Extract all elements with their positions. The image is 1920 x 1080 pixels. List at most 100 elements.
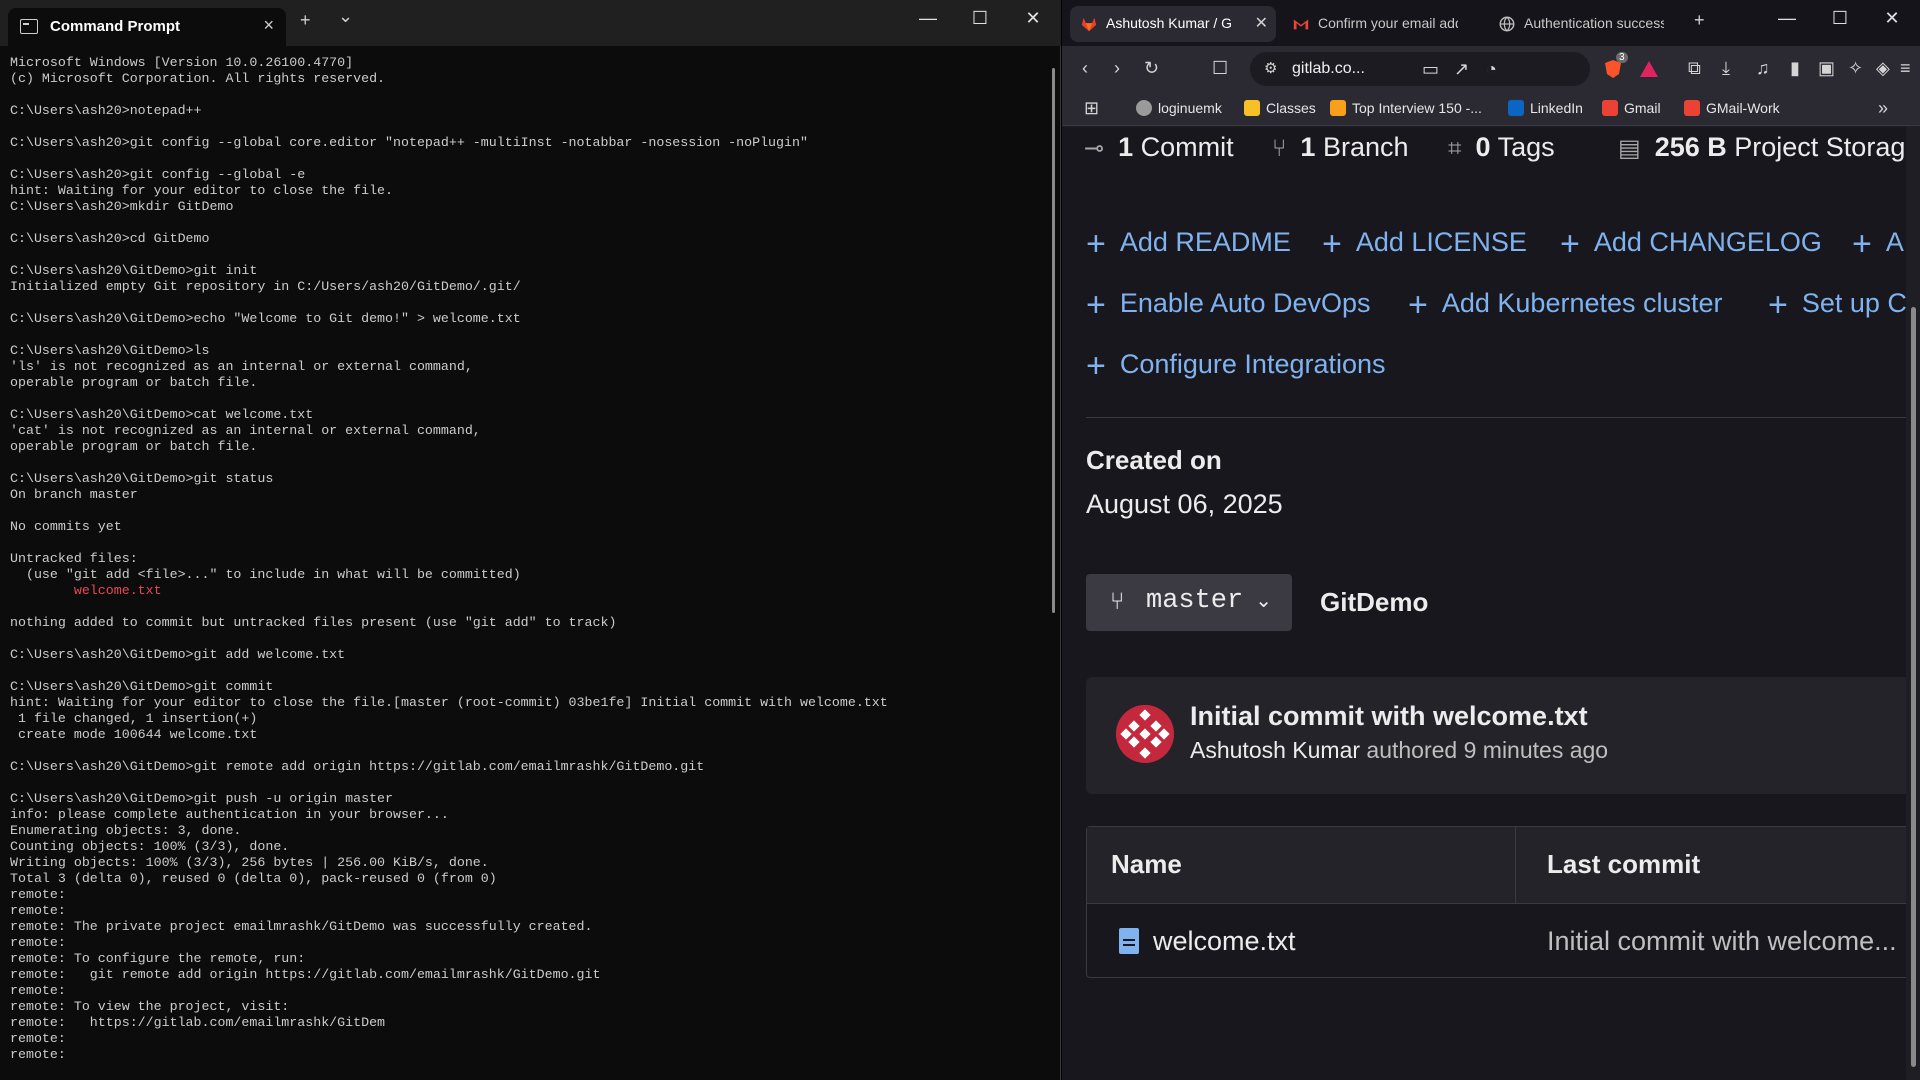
add-more-link[interactable]: + A — [1852, 225, 1904, 264]
tab-dropdown-button[interactable]: ⌄ — [338, 6, 353, 27]
close-tab-icon[interactable]: × — [263, 15, 274, 36]
cast-icon[interactable]: ▭ — [1422, 59, 1439, 80]
tags-stat[interactable]: ⌗ 0 Tags — [1448, 132, 1555, 163]
divider — [1515, 827, 1516, 903]
bookmark-label: LinkedIn — [1530, 100, 1583, 116]
menu-icon[interactable]: ≡ — [1900, 58, 1911, 79]
commit-author[interactable]: Ashutosh Kumar — [1190, 737, 1360, 763]
terminal-line: C:\Users\ash20>git config --global -e — [10, 167, 306, 182]
bookmark-loginuemk[interactable]: loginuemk — [1136, 100, 1222, 116]
close-tab-icon[interactable]: ✕ — [1255, 13, 1268, 33]
avatar[interactable] — [1116, 705, 1174, 763]
leo-icon[interactable]: ✧ — [1848, 58, 1863, 79]
branches-stat[interactable]: ⑂ 1 Branch — [1272, 132, 1409, 163]
rss-icon[interactable]: ◔ — [1486, 59, 1497, 80]
sidebar-icon[interactable]: ▮ — [1790, 58, 1800, 79]
new-tab-button[interactable]: + — [300, 10, 311, 31]
commits-stat[interactable]: ⊸ 1 Commit — [1084, 132, 1234, 163]
terminal-line: (use "git add <file>..." to include in w… — [10, 567, 521, 582]
add-kubernetes-cluster-link[interactable]: + Add Kubernetes cluster — [1408, 286, 1723, 325]
enable-auto-devops-link[interactable]: + Enable Auto DevOps — [1086, 286, 1371, 325]
globe-icon — [1136, 100, 1152, 116]
share-icon[interactable]: ↗ — [1454, 59, 1469, 80]
tab-gmail[interactable]: Confirm your email addr — [1282, 6, 1488, 42]
action-label: Add Kubernetes cluster — [1441, 288, 1723, 318]
forward-icon[interactable]: › — [1114, 58, 1120, 79]
media-icon[interactable]: ♫ — [1756, 58, 1770, 79]
terminal-line: operable program or batch file. — [10, 375, 258, 390]
terminal-scrollbar[interactable] — [1052, 68, 1055, 613]
page-scrollbar[interactable] — [1907, 127, 1920, 1080]
site-settings-icon[interactable]: ⚙ — [1264, 59, 1277, 77]
wallet-icon[interactable]: ▣ — [1818, 58, 1835, 79]
bookmark-label: GMail-Work — [1706, 100, 1780, 116]
close-icon[interactable]: ✕ — [1872, 8, 1912, 29]
bookmark-gmail-work[interactable]: GMail-Work — [1684, 100, 1780, 116]
vpn-icon[interactable]: ◈ — [1876, 58, 1890, 79]
new-tab-icon[interactable]: + — [1694, 10, 1705, 31]
action-label: Add CHANGELOG — [1593, 227, 1822, 257]
branch-icon: ⑂ — [1110, 588, 1125, 615]
command-prompt-window: Command Prompt × + ⌄ — ☐ ✕ Microsoft Win… — [0, 0, 1061, 1080]
bookmark-linkedin[interactable]: LinkedIn — [1508, 100, 1583, 116]
bookmark-gmail[interactable]: Gmail — [1602, 100, 1661, 116]
cmd-tab[interactable]: Command Prompt × — [8, 8, 286, 46]
bookmark-classes[interactable]: Classes — [1244, 100, 1316, 116]
table-row[interactable]: welcome.txt Initial commit with welcome.… — [1087, 903, 1906, 979]
add-changelog-link[interactable]: + Add CHANGELOG — [1560, 225, 1822, 264]
branch-icon: ⑂ — [1272, 135, 1287, 162]
action-label: Set up C — [1801, 288, 1906, 318]
terminal-line: C:\Users\ash20\GitDemo>git commit — [10, 679, 274, 694]
terminal-line: remote: git remote add origin https://gi… — [10, 967, 601, 982]
extensions-icon[interactable]: ⧉ — [1688, 58, 1701, 79]
bookmark-label: loginuemk — [1158, 100, 1222, 116]
apps-grid-icon[interactable]: ⊞ — [1084, 98, 1099, 119]
plus-icon: + — [1768, 286, 1788, 324]
terminal-line: C:\Users\ash20\GitDemo>git status — [10, 471, 274, 486]
bookmarks-bar: ⊞ loginuemk Classes Top Interview 150 -.… — [1062, 92, 1920, 126]
reload-icon[interactable]: ↻ — [1144, 58, 1159, 79]
download-icon[interactable]: ⤓ — [1722, 58, 1730, 79]
terminal-line: Microsoft Windows [Version 10.0.26100.47… — [10, 55, 354, 70]
terminal-line: 'ls' is not recognized as an internal or… — [10, 359, 473, 374]
plus-icon: + — [1322, 225, 1342, 263]
scrollbar-thumb[interactable] — [1911, 307, 1916, 1067]
branch-selector[interactable]: ⑂ master ⌄ — [1086, 574, 1292, 631]
column-name: Name — [1111, 849, 1182, 879]
file-name-link[interactable]: welcome.txt — [1153, 926, 1296, 957]
repo-breadcrumb[interactable]: GitDemo — [1320, 587, 1428, 618]
plus-icon: + — [1086, 286, 1106, 324]
address-bar[interactable]: ⚙ gitlab.co... ▭ ↗ ◔ — [1250, 52, 1590, 86]
configure-integrations-link[interactable]: + Configure Integrations — [1086, 347, 1386, 386]
terminal-output[interactable]: Microsoft Windows [Version 10.0.26100.47… — [10, 55, 888, 1063]
storage-stat[interactable]: ▤ 256 B Project Storage — [1618, 132, 1906, 163]
tab-gitlab[interactable]: Ashutosh Kumar / G ✕ — [1070, 6, 1276, 42]
commit-icon: ⊸ — [1084, 135, 1105, 162]
maximize-icon[interactable]: ☐ — [960, 8, 1000, 29]
bookmark-top-interview[interactable]: Top Interview 150 -... — [1330, 100, 1482, 116]
set-up-link[interactable]: + Set up C — [1768, 286, 1906, 325]
terminal-line: remote: — [10, 935, 66, 950]
terminal-line: remote: https://gitlab.com/emailmrashk/G… — [10, 1015, 386, 1030]
commit-title[interactable]: Initial commit with welcome.txt — [1190, 701, 1588, 732]
add-readme-link[interactable]: + Add README — [1086, 225, 1291, 264]
add-license-link[interactable]: + Add LICENSE — [1322, 225, 1527, 264]
back-icon[interactable]: ‹ — [1082, 58, 1088, 79]
browser-tabstrip: Ashutosh Kumar / G ✕ Confirm your email … — [1062, 0, 1920, 46]
maximize-icon[interactable]: ☐ — [1820, 8, 1860, 29]
rewards-icon[interactable] — [1638, 58, 1660, 80]
terminal-line: Writing objects: 100% (3/3), 256 bytes |… — [10, 855, 489, 870]
terminal-line: Untracked files: — [10, 551, 138, 566]
close-icon[interactable]: ✕ — [1013, 8, 1053, 29]
more-bookmarks-icon[interactable]: » — [1878, 98, 1888, 119]
bookmark-icon[interactable]: ☐ — [1212, 58, 1228, 79]
created-on-label: Created on — [1086, 445, 1222, 475]
minimize-icon[interactable]: — — [908, 8, 948, 29]
tab-auth[interactable]: Authentication successful — [1488, 6, 1694, 42]
file-last-commit-link[interactable]: Initial commit with welcome... — [1547, 926, 1897, 957]
minimize-icon[interactable]: — — [1767, 8, 1807, 29]
